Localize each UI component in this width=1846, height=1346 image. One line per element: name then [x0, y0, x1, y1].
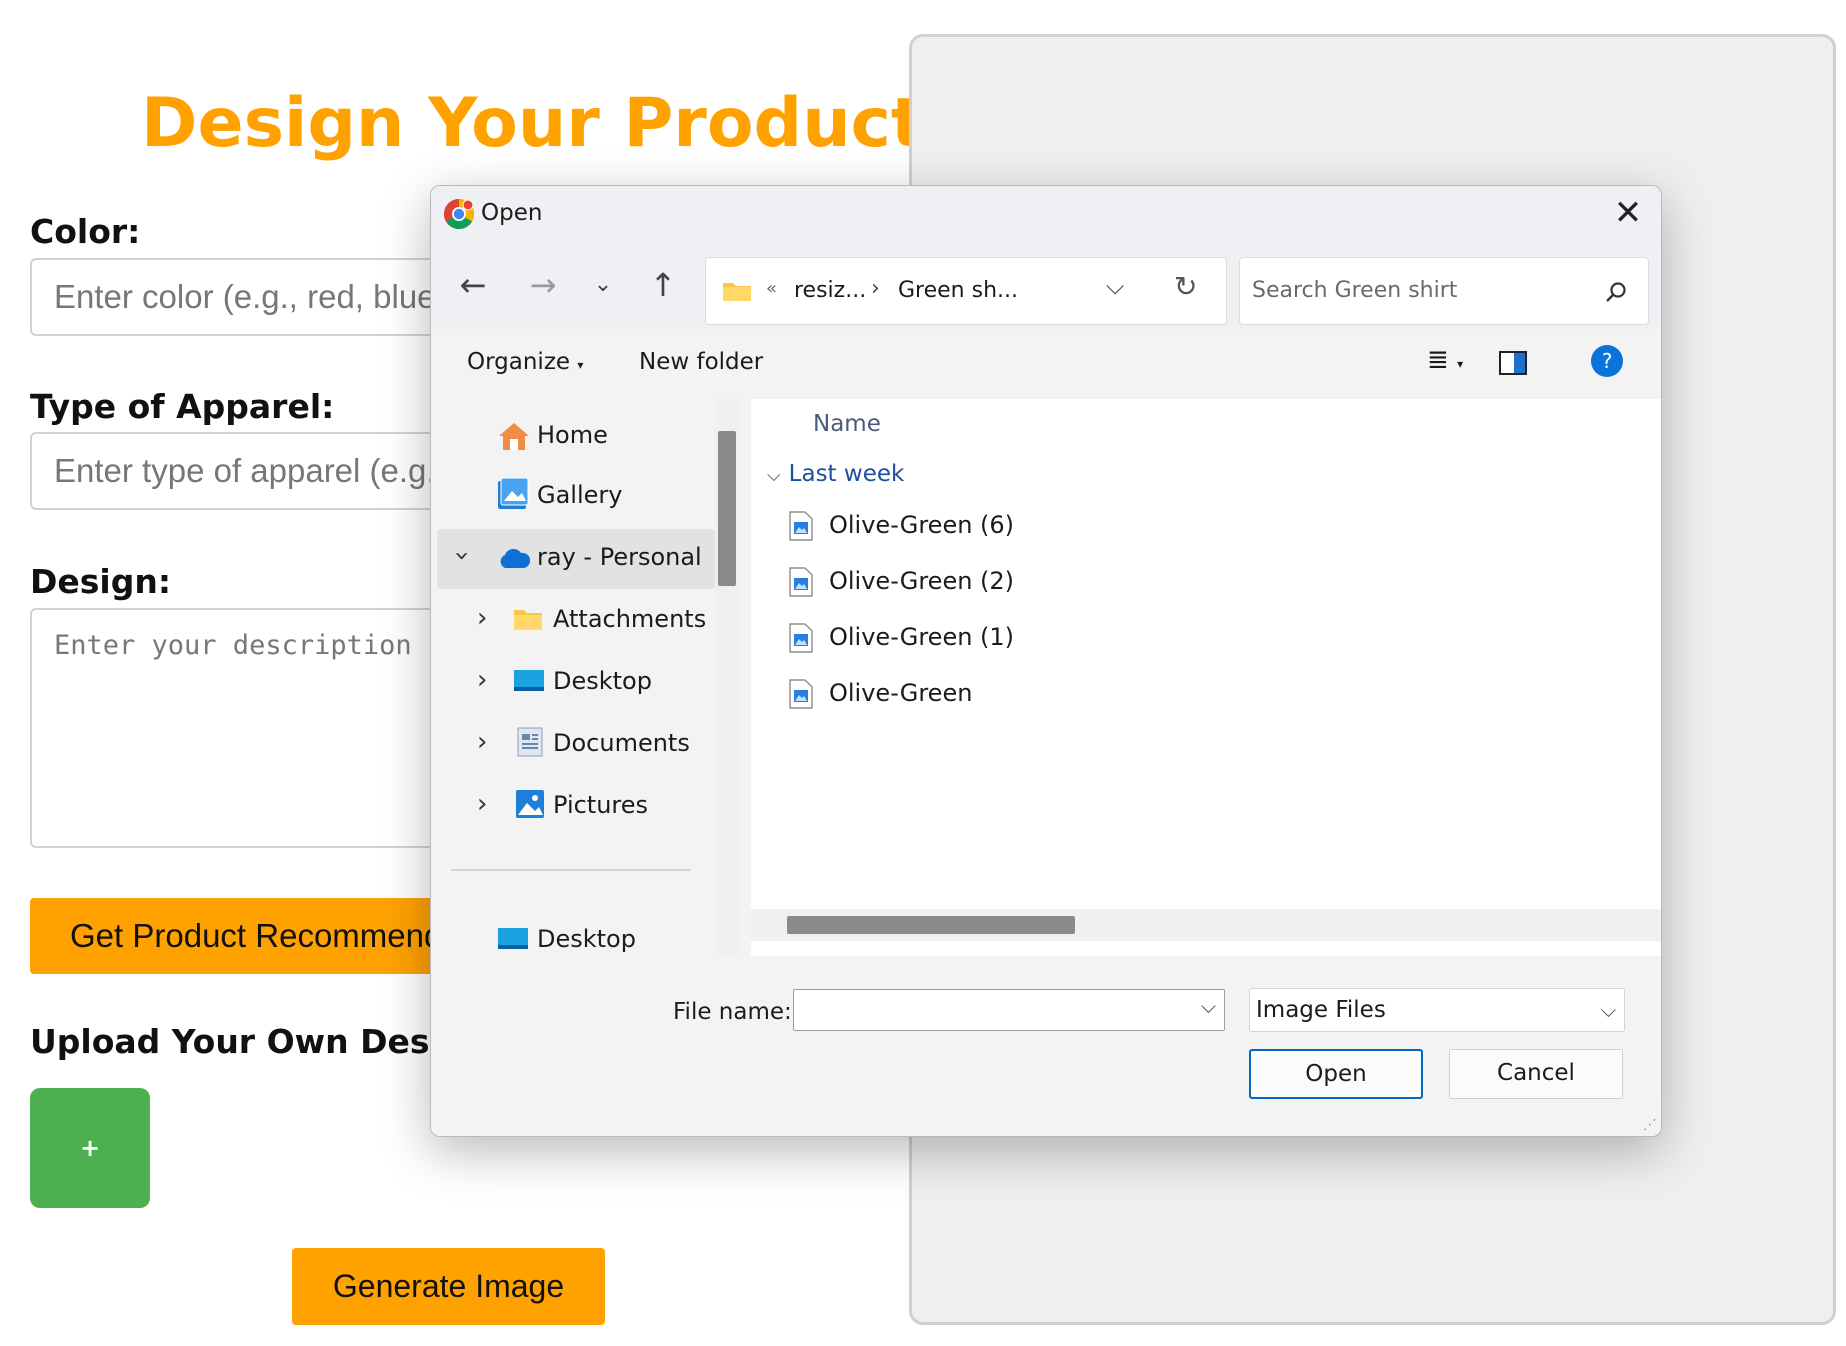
chevron-right-icon[interactable]: ›: [477, 603, 487, 633]
sidebar-item-label: Home: [537, 421, 608, 449]
sidebar-scrollbar-thumb[interactable]: [718, 431, 736, 586]
design-label: Design:: [30, 562, 172, 601]
sidebar-item-label: Attachments: [553, 605, 707, 633]
file-name: Olive-Green: [829, 679, 973, 707]
chevron-down-icon: ⌵: [767, 465, 781, 486]
pictures-icon: [516, 790, 544, 818]
breadcrumb-overflow[interactable]: «: [766, 278, 777, 299]
recent-locations-chevron-icon[interactable]: ⌄: [583, 265, 623, 305]
file-name-input[interactable]: ⌵: [793, 989, 1225, 1031]
horizontal-scrollbar-thumb[interactable]: [787, 916, 1075, 934]
sidebar-divider: [451, 869, 691, 871]
file-type-select[interactable]: Image Files ⌵: [1249, 988, 1625, 1032]
file-name: Olive-Green (6): [829, 511, 1015, 539]
sidebar-item-gallery[interactable]: Gallery: [431, 467, 715, 527]
image-file-icon: [789, 623, 813, 653]
chevron-down-icon: ⌵: [1600, 998, 1616, 1022]
file-item[interactable]: Olive-Green (2): [789, 557, 1389, 607]
view-options-icon[interactable]: ≣ ▾: [1427, 345, 1463, 375]
apparel-label: Type of Apparel:: [30, 387, 335, 426]
open-button[interactable]: Open: [1249, 1049, 1423, 1099]
sidebar-item-documents[interactable]: › Documents: [431, 715, 715, 775]
forward-arrow-icon[interactable]: →: [523, 265, 563, 305]
file-item[interactable]: Olive-Green (1): [789, 613, 1389, 663]
chrome-icon: [443, 199, 475, 230]
sidebar-item-label: Desktop: [537, 925, 636, 953]
breadcrumb-separator-icon: ›: [871, 276, 880, 301]
help-icon[interactable]: ?: [1590, 344, 1624, 378]
file-item[interactable]: Olive-Green: [789, 669, 1389, 719]
chevron-down-icon[interactable]: ⌵: [1201, 994, 1216, 1018]
chevron-down-icon: ▾: [577, 358, 584, 372]
address-bar[interactable]: « resiz... › Green sh... ⌵ ↻: [705, 257, 1227, 325]
dialog-title: Open: [481, 200, 543, 226]
refresh-icon[interactable]: ↻: [1174, 270, 1197, 303]
close-icon[interactable]: ✕: [1595, 186, 1661, 243]
sidebar-item-desktop[interactable]: › Desktop: [431, 653, 715, 713]
command-bar: Organize ▾ New folder ≣ ▾ ?: [431, 329, 1661, 399]
color-label: Color:: [30, 212, 141, 251]
search-input[interactable]: Search Green shirt: [1252, 278, 1457, 303]
svg-text:?: ?: [1602, 349, 1613, 373]
sidebar-item-label: Pictures: [553, 791, 649, 819]
sidebar-item-home[interactable]: Home: [431, 407, 715, 467]
image-file-icon: [789, 679, 813, 709]
chevron-right-icon[interactable]: ›: [477, 727, 487, 757]
sidebar-item-label: Desktop: [553, 667, 652, 695]
sidebar-item-pictures[interactable]: › Pictures: [431, 777, 715, 837]
back-arrow-icon[interactable]: ←: [453, 265, 493, 305]
sidebar-item-desktop[interactable]: Desktop: [431, 911, 715, 956]
page-title: Design Your Product: [141, 84, 924, 163]
image-file-icon: [789, 511, 813, 541]
chevron-right-icon[interactable]: ›: [477, 665, 487, 695]
horizontal-scrollbar[interactable]: [751, 909, 1661, 941]
open-file-dialog: Open ✕ ← → ⌄ ↑ « resiz... › Green sh... …: [430, 185, 1662, 1137]
desktop-icon: [498, 928, 528, 949]
sidebar-item-attachments[interactable]: › Attachments: [431, 591, 715, 651]
up-arrow-icon[interactable]: ↑: [643, 265, 683, 305]
dialog-titlebar: Open ✕: [431, 186, 1661, 243]
organize-menu[interactable]: Organize ▾: [467, 349, 583, 375]
search-box[interactable]: Search Green shirt: [1239, 257, 1649, 325]
upload-design-button[interactable]: +: [30, 1088, 150, 1208]
chevron-right-icon[interactable]: ›: [477, 789, 487, 819]
chevron-down-icon[interactable]: ›: [447, 551, 477, 561]
file-list: Name ⌵ Last week Olive-Green (6) Olive-Gr…: [751, 399, 1661, 956]
generate-image-button[interactable]: Generate Image: [292, 1248, 605, 1325]
folder-icon: [723, 283, 751, 301]
sidebar-item-label: ray - Personal: [537, 543, 702, 571]
group-header[interactable]: ⌵ Last week: [767, 461, 904, 487]
file-name: Olive-Green (2): [829, 567, 1015, 595]
file-name-label: File name:: [673, 999, 792, 1025]
sidebar-item-label: Documents: [553, 729, 690, 757]
column-header-name[interactable]: Name: [813, 411, 881, 437]
home-icon: [499, 423, 529, 450]
file-item[interactable]: Olive-Green (6): [789, 501, 1389, 551]
onedrive-icon: [500, 548, 531, 568]
sidebar-item-onedrive[interactable]: › ray - Personal: [437, 529, 715, 589]
new-folder-button[interactable]: New folder: [639, 349, 763, 375]
breadcrumb-item[interactable]: resiz...: [794, 278, 866, 303]
cancel-button[interactable]: Cancel: [1449, 1049, 1623, 1099]
dialog-footer: File name: ⌵ Image Files ⌵ Open Cancel ⋰: [431, 956, 1661, 1136]
navigation-pane: Home Gallery › ray - Personal › Attachme…: [431, 399, 741, 956]
search-icon[interactable]: [1604, 280, 1628, 304]
preview-pane-icon[interactable]: [1499, 351, 1527, 375]
breadcrumb-item[interactable]: Green sh...: [898, 278, 1018, 303]
file-name: Olive-Green (1): [829, 623, 1015, 651]
dialog-navbar: ← → ⌄ ↑ « resiz... › Green sh... ⌵ ↻ Sea…: [431, 243, 1661, 329]
desktop-icon: [514, 670, 544, 691]
image-file-icon: [789, 567, 813, 597]
address-dropdown-icon[interactable]: ⌵: [1106, 272, 1124, 300]
gallery-icon: [498, 477, 529, 509]
folder-icon: [514, 610, 542, 630]
documents-icon: [517, 727, 543, 757]
sidebar-item-label: Gallery: [537, 481, 623, 509]
resize-grip-icon[interactable]: ⋰: [1643, 1118, 1657, 1132]
